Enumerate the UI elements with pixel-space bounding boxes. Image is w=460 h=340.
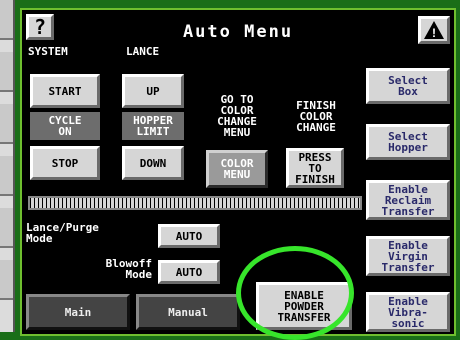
- warning-button[interactable]: !: [418, 16, 450, 44]
- highlight-circle: [236, 246, 354, 340]
- go-to-color-change-label: GO TO COLOR CHANGE MENU: [217, 93, 257, 139]
- manual-button[interactable]: Manual: [136, 294, 240, 330]
- left-edge-panel: [0, 0, 15, 332]
- warning-symbol: !: [432, 26, 436, 40]
- select-box-button[interactable]: Select Box: [366, 68, 450, 104]
- progress-scale: [28, 196, 362, 210]
- lance-purge-mode-label: Lance/Purge Mode: [26, 221, 99, 245]
- warning-icon: !: [424, 21, 444, 40]
- left-edge-item: [0, 52, 13, 92]
- cycle-on-indicator: CYCLE ON: [30, 112, 100, 140]
- page-title: Auto Menu: [182, 22, 294, 42]
- finish-color-change-label: FINISH COLOR CHANGE: [296, 99, 336, 134]
- color-menu-button[interactable]: COLOR MENU: [206, 150, 268, 188]
- lance-up-button[interactable]: UP: [122, 74, 184, 108]
- start-button[interactable]: START: [30, 74, 100, 108]
- system-group-label: SYSTEM: [28, 45, 68, 58]
- left-edge-item: [0, 208, 13, 248]
- main-button[interactable]: Main: [26, 294, 130, 330]
- select-hopper-button[interactable]: Select Hopper: [366, 124, 450, 160]
- enable-vibrasonic-button[interactable]: Enable Vibra- sonic: [366, 292, 450, 332]
- lance-group-label: LANCE: [126, 45, 160, 58]
- enable-virgin-transfer-button[interactable]: Enable Virgin Transfer: [366, 236, 450, 276]
- enable-reclaim-transfer-button[interactable]: Enable Reclaim Transfer: [366, 180, 450, 220]
- left-edge-item: [0, 260, 13, 300]
- left-edge-item: [0, 104, 13, 144]
- blowoff-auto-button[interactable]: AUTO: [158, 260, 220, 284]
- press-to-finish-button[interactable]: PRESS TO FINISH: [286, 148, 344, 188]
- blowoff-mode-label: Blowoff Mode: [105, 257, 152, 281]
- lance-down-button[interactable]: DOWN: [122, 146, 184, 180]
- left-edge-item: [0, 0, 13, 40]
- left-edge-item: [0, 156, 13, 196]
- lance-purge-auto-button[interactable]: AUTO: [158, 224, 220, 248]
- stop-button[interactable]: STOP: [30, 146, 100, 180]
- hopper-limit-indicator: HOPPER LIMIT: [122, 112, 184, 140]
